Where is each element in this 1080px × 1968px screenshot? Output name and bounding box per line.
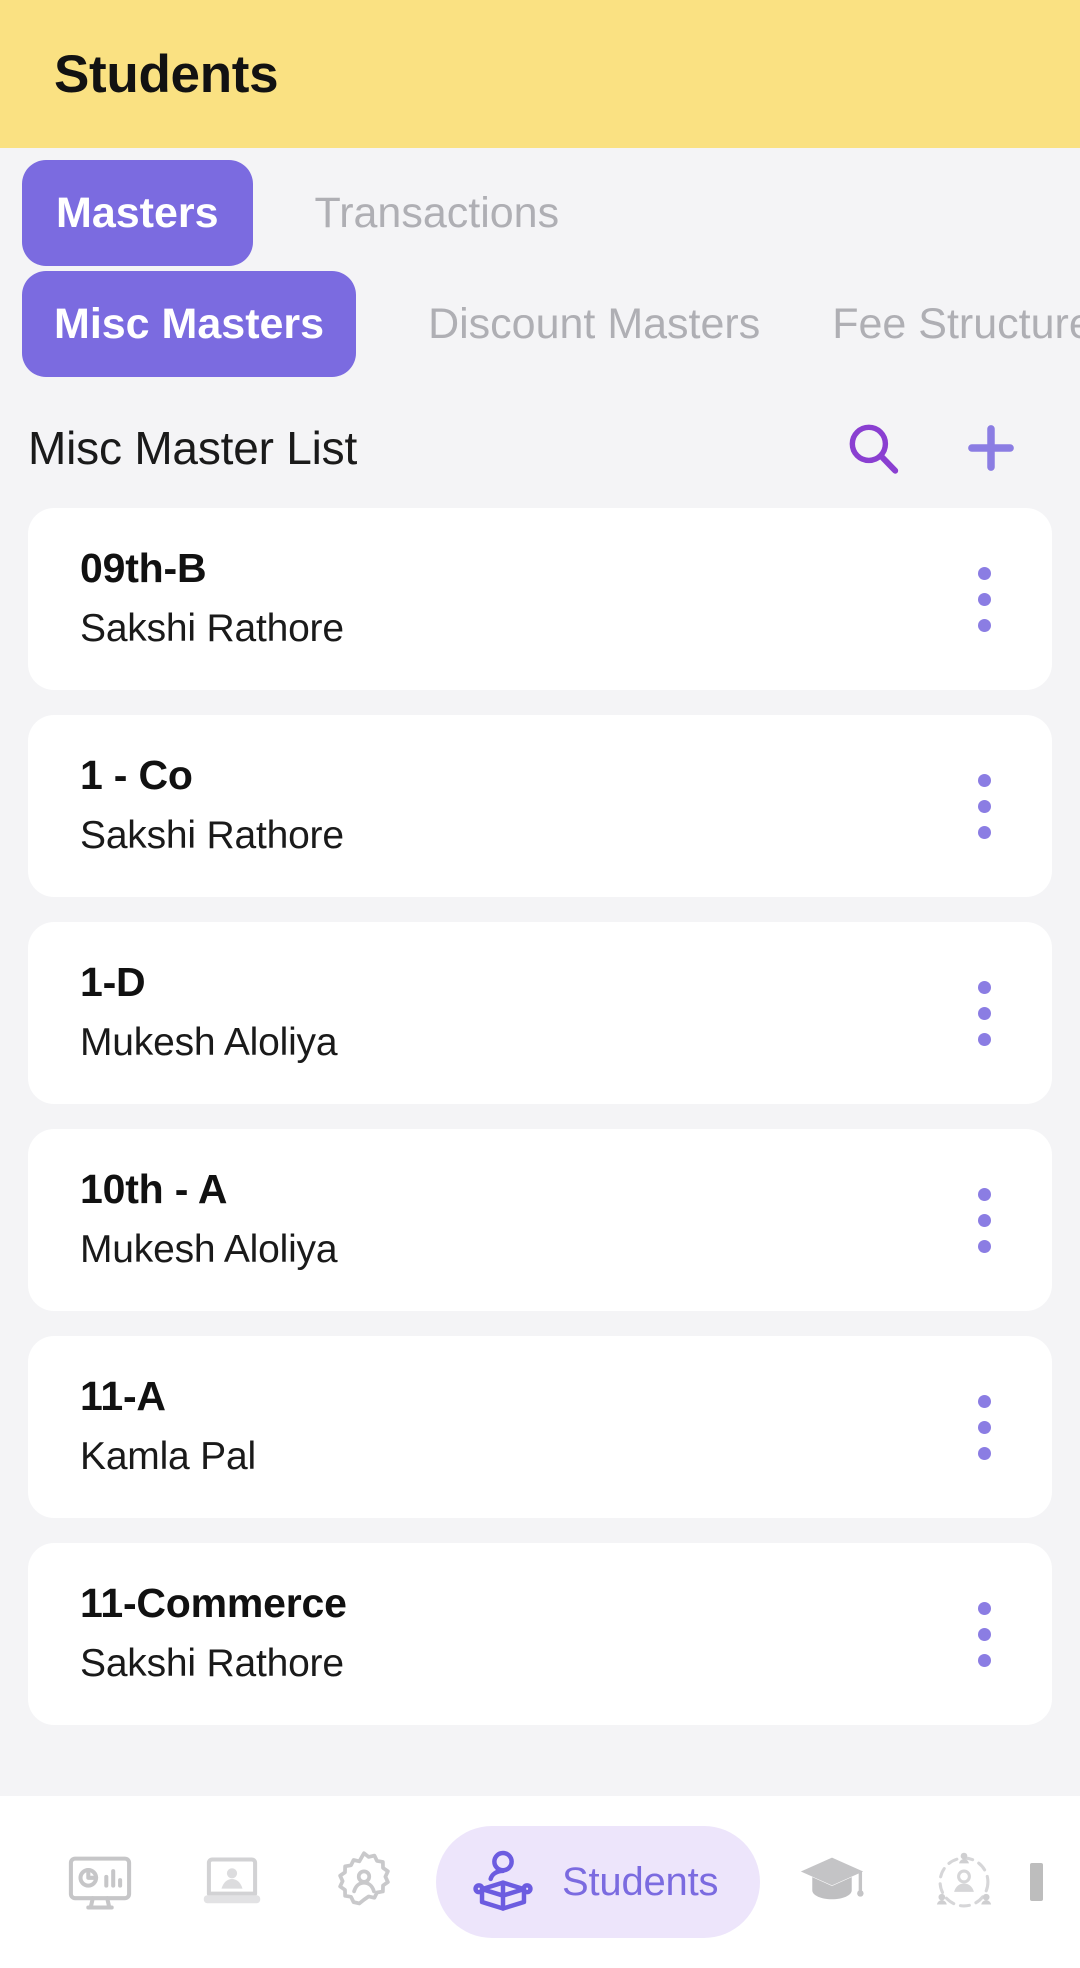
list-item-texts: 11-Commerce Sakshi Rathore [80,1578,954,1690]
people-network-icon [929,1847,999,1917]
kebab-menu-icon[interactable] [954,554,1014,644]
list-item-title: 1 - Co [80,752,193,799]
dashboard-monitor-icon [64,1846,136,1918]
graduation-cap-icon [795,1845,869,1919]
nav-item-students[interactable]: Students [436,1826,761,1938]
nav-item-graduation[interactable] [766,1826,898,1938]
tab-masters[interactable]: Masters [22,160,253,266]
bottom-navigation[interactable]: Students [0,1796,1080,1968]
list-item-title: 09th-B [80,545,207,592]
laptop-elearning-icon [196,1846,268,1918]
list-item-subtitle: Sakshi Rathore [80,1642,344,1686]
nav-item-network[interactable] [898,1826,1030,1938]
list-item-texts: 1 - Co Sakshi Rathore [80,750,954,862]
plus-icon[interactable] [954,411,1028,485]
list-item-title: 11-Commerce [80,1580,347,1627]
list-item[interactable]: 1-D Mukesh Aloliya [28,922,1052,1104]
kebab-menu-icon[interactable] [954,1382,1014,1472]
nav-item-dashboard[interactable] [34,1826,166,1938]
list-item-title: 10th - A [80,1166,228,1213]
app-root: Students Masters Transactions Misc Maste… [0,0,1080,1968]
list-item-subtitle: Kamla Pal [80,1435,256,1479]
misc-master-list[interactable]: 09th-B Sakshi Rathore 1 - Co Sakshi Rath… [0,508,1080,1968]
list-item-texts: 09th-B Sakshi Rathore [80,543,954,655]
nav-item-students-label: Students [562,1859,719,1904]
list-item-texts: 1-D Mukesh Aloliya [80,957,954,1069]
list-item-texts: 11-A Kamla Pal [80,1371,954,1483]
list-item[interactable]: 1 - Co Sakshi Rathore [28,715,1052,897]
tab-transactions[interactable]: Transactions [315,189,560,238]
kebab-menu-icon[interactable] [954,968,1014,1058]
tab-discount-masters[interactable]: Discount Masters [428,300,760,349]
nav-item-elearning[interactable] [166,1826,298,1938]
app-bar: Students [0,0,1080,148]
list-item-texts: 10th - A Mukesh Aloliya [80,1164,954,1276]
list-item-subtitle: Sakshi Rathore [80,814,344,858]
page-title: Students [54,44,279,104]
nav-item-settings[interactable] [298,1826,430,1938]
list-item-subtitle: Mukesh Aloliya [80,1228,338,1272]
list-item[interactable]: 11-A Kamla Pal [28,1336,1052,1518]
student-reading-icon [466,1845,540,1919]
gear-user-icon [328,1846,400,1918]
list-item[interactable]: 09th-B Sakshi Rathore [28,508,1052,690]
list-item-title: 11-A [80,1373,166,1420]
kebab-menu-icon[interactable] [954,1589,1014,1679]
list-item[interactable]: 10th - A Mukesh Aloliya [28,1129,1052,1311]
tab-misc-masters[interactable]: Misc Masters [22,271,357,377]
list-item-subtitle: Sakshi Rathore [80,607,344,651]
list-header: Misc Master List [0,388,1080,508]
list-title: Misc Master List [28,422,358,474]
list-item[interactable]: 11-Commerce Sakshi Rathore [28,1543,1052,1725]
kebab-menu-icon[interactable] [954,761,1014,851]
kebab-menu-icon[interactable] [954,1175,1014,1265]
list-item-subtitle: Mukesh Aloliya [80,1021,338,1065]
tab-fee-structure[interactable]: Fee Structure [832,300,1080,349]
nav-item-overflow-edge[interactable] [1030,1826,1080,1938]
search-icon[interactable] [836,411,910,485]
overflow-sliver-icon [1030,1863,1044,1901]
secondary-tab-row[interactable]: Misc Masters Discount Masters Fee Struct… [0,260,1080,388]
list-item-title: 1-D [80,959,146,1006]
primary-tab-row[interactable]: Masters Transactions [0,148,1080,278]
